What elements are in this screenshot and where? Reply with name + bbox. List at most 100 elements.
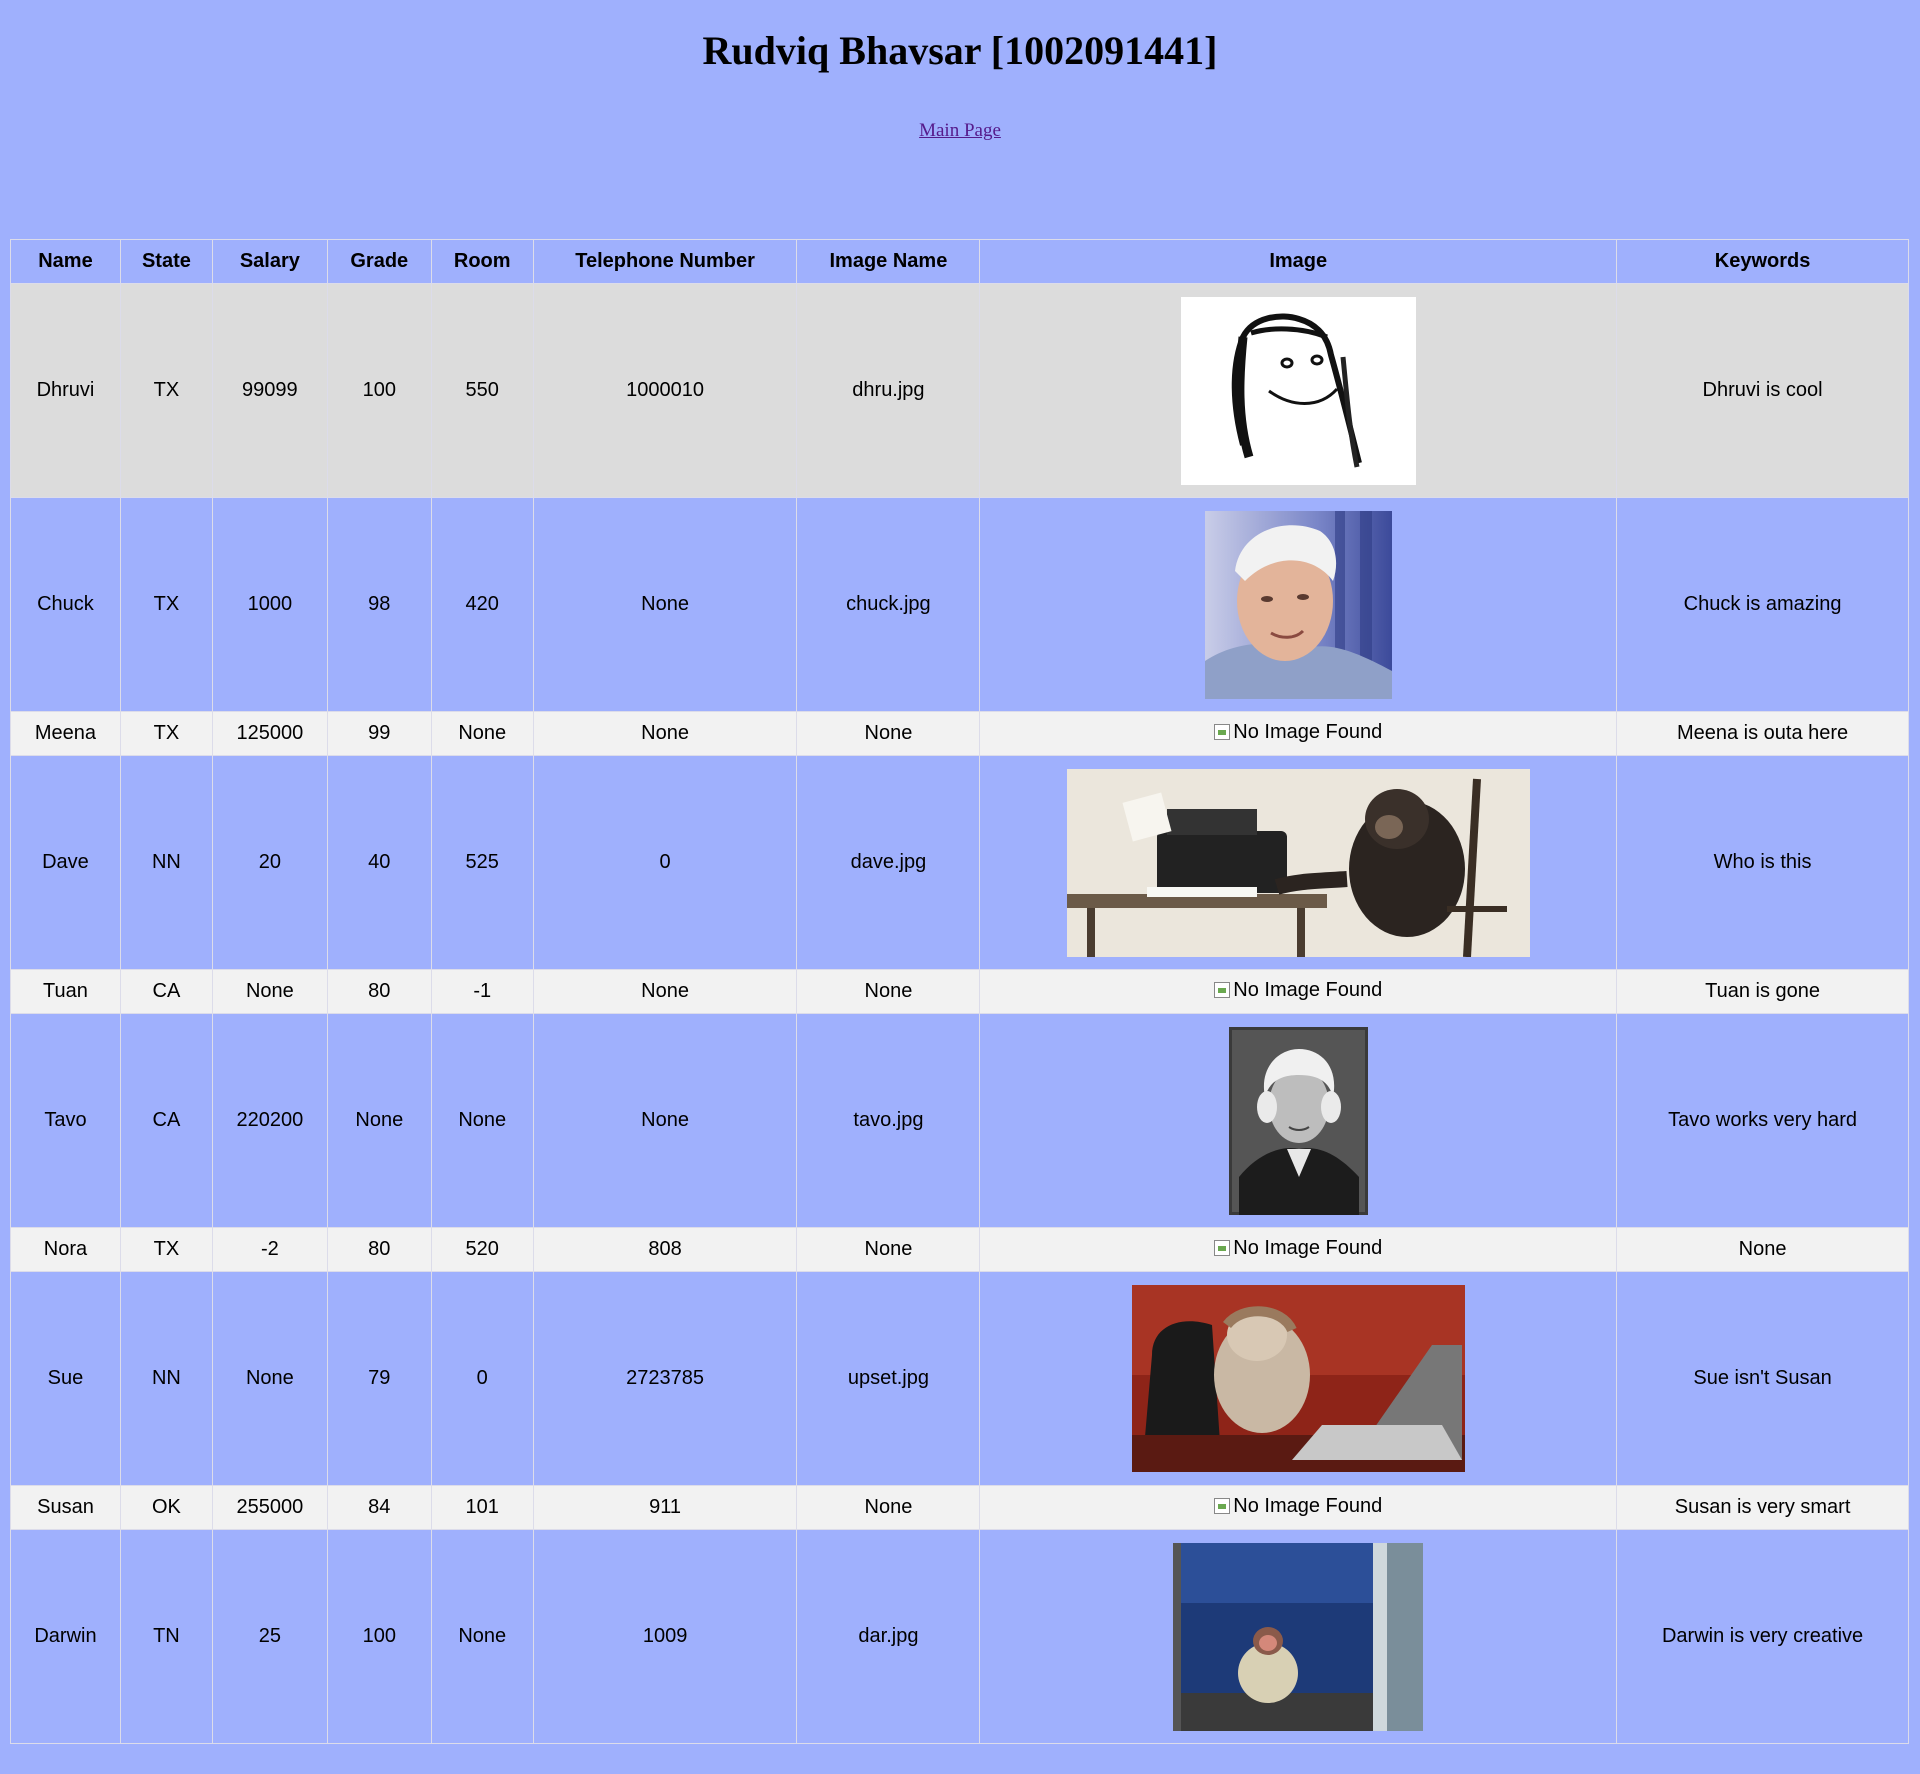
cell-image: [979, 1529, 1618, 1744]
cell-image: No Image Found: [979, 1227, 1618, 1272]
cell-grade: 80: [326, 969, 432, 1014]
cell-grade: 98: [326, 497, 432, 712]
cell-keywords: Tavo works very hard: [1616, 1013, 1909, 1228]
cell-grade: 99: [326, 711, 432, 756]
portrait-photo-image: [1204, 510, 1392, 699]
people-table: Name State Salary Grade Room Telephone N…: [10, 239, 1909, 1744]
nav: Main Page: [0, 120, 1920, 144]
cell-room: 0: [430, 1271, 534, 1486]
cell-name: Meena: [10, 711, 121, 756]
table-row: Dave NN 20 40 525 0 dave.jpg Who is this: [10, 755, 1909, 970]
cell-salary: None: [211, 969, 328, 1014]
table-row: Tuan CA None 80 -1 None None No Image Fo…: [10, 969, 1909, 1014]
header-image: Image: [979, 239, 1618, 284]
cell-image-name: chuck.jpg: [796, 497, 981, 712]
no-image-placeholder: No Image Found: [1214, 1237, 1382, 1260]
cell-image-name: None: [796, 711, 981, 756]
cell-room: 520: [430, 1227, 534, 1272]
no-image-text: No Image Found: [1233, 978, 1383, 1001]
cell-phone: 2723785: [532, 1271, 798, 1486]
cell-salary: 99099: [211, 283, 328, 498]
cell-grade: 80: [326, 1227, 432, 1272]
cell-state: NN: [119, 1271, 213, 1486]
header-state: State: [119, 239, 213, 284]
cell-image-name: tavo.jpg: [796, 1013, 981, 1228]
cell-salary: -2: [211, 1227, 328, 1272]
monkey-in-coat-image: [1173, 1542, 1424, 1731]
cell-salary: 1000: [211, 497, 328, 712]
cell-image-name: None: [796, 969, 981, 1014]
cell-state: TX: [119, 283, 213, 498]
cell-keywords: Meena is outa here: [1616, 711, 1909, 756]
table-row: Darwin TN 25 100 None 1009 dar.jpg Darwi…: [10, 1529, 1909, 1744]
cell-phone: 1000010: [532, 283, 798, 498]
header-keywords: Keywords: [1616, 239, 1909, 284]
cell-keywords: None: [1616, 1227, 1909, 1272]
table-row: Meena TX 125000 99 None None None No Ima…: [10, 711, 1909, 756]
page-title: Rudviq Bhavsar [1002091441]: [702, 28, 1218, 73]
table-row: Chuck TX 1000 98 420 None chuck.jpg Chuc…: [10, 497, 1909, 712]
cell-image-name: dhru.jpg: [796, 283, 981, 498]
cell-room: 525: [430, 755, 534, 970]
cell-state: CA: [119, 969, 213, 1014]
cell-state: NN: [119, 755, 213, 970]
broken-image-icon: [1214, 1240, 1231, 1257]
cell-state: TX: [119, 711, 213, 756]
cell-image-name: dar.jpg: [796, 1529, 981, 1744]
cell-phone: 1009: [532, 1529, 798, 1744]
cell-keywords: Chuck is amazing: [1616, 497, 1909, 712]
cell-grade: 79: [326, 1271, 432, 1486]
cell-name: Darwin: [10, 1529, 121, 1744]
cell-state: OK: [119, 1485, 213, 1530]
cell-room: None: [430, 1013, 534, 1228]
cell-image: [979, 1013, 1618, 1228]
main-page-link[interactable]: Main Page: [919, 120, 1001, 141]
cell-salary: 255000: [211, 1485, 328, 1530]
chimp-typewriter-image: [1066, 768, 1530, 957]
header-room: Room: [430, 239, 534, 284]
cell-room: 420: [430, 497, 534, 712]
cell-salary: 20: [211, 755, 328, 970]
upset-monkey-image: [1131, 1285, 1465, 1472]
header-salary: Salary: [211, 239, 328, 284]
cell-state: TN: [119, 1529, 213, 1744]
table-row: Nora TX -2 80 520 808 None No Image Foun…: [10, 1227, 1909, 1272]
engraved-portrait-image: [1228, 1026, 1368, 1215]
cell-phone: None: [532, 969, 798, 1014]
cell-image: No Image Found: [979, 969, 1618, 1014]
cell-image: [979, 283, 1618, 498]
cell-phone: None: [532, 497, 798, 712]
cell-image: No Image Found: [979, 711, 1618, 756]
no-image-text: No Image Found: [1233, 1236, 1383, 1259]
cell-keywords: Susan is very smart: [1616, 1485, 1909, 1530]
cell-image: [979, 755, 1618, 970]
cell-image-name: upset.jpg: [796, 1271, 981, 1486]
cell-salary: 25: [211, 1529, 328, 1744]
cell-room: 550: [430, 283, 534, 498]
cell-keywords: Sue isn't Susan: [1616, 1271, 1909, 1486]
cell-room: None: [430, 711, 534, 756]
table-row: Susan OK 255000 84 101 911 None No Image…: [10, 1485, 1909, 1530]
cell-grade: 40: [326, 755, 432, 970]
cell-phone: 808: [532, 1227, 798, 1272]
cell-name: Dhruvi: [10, 283, 121, 498]
cell-name: Dave: [10, 755, 121, 970]
cell-room: -1: [430, 969, 534, 1014]
header-grade: Grade: [326, 239, 432, 284]
no-image-placeholder: No Image Found: [1214, 1495, 1382, 1518]
cell-phone: None: [532, 1013, 798, 1228]
cell-salary: 125000: [211, 711, 328, 756]
cell-salary: None: [211, 1271, 328, 1486]
face-sketch-image: [1180, 296, 1416, 485]
cell-name: Tuan: [10, 969, 121, 1014]
cell-image: [979, 497, 1618, 712]
cell-grade: None: [326, 1013, 432, 1228]
table-row: Dhruvi TX 99099 100 550 1000010 dhru.jpg: [10, 283, 1909, 498]
cell-room: None: [430, 1529, 534, 1744]
header-name: Name: [10, 239, 121, 284]
cell-grade: 100: [326, 283, 432, 498]
cell-keywords: Darwin is very creative: [1616, 1529, 1909, 1744]
cell-grade: 84: [326, 1485, 432, 1530]
no-image-placeholder: No Image Found: [1214, 979, 1382, 1002]
cell-phone: 911: [532, 1485, 798, 1530]
